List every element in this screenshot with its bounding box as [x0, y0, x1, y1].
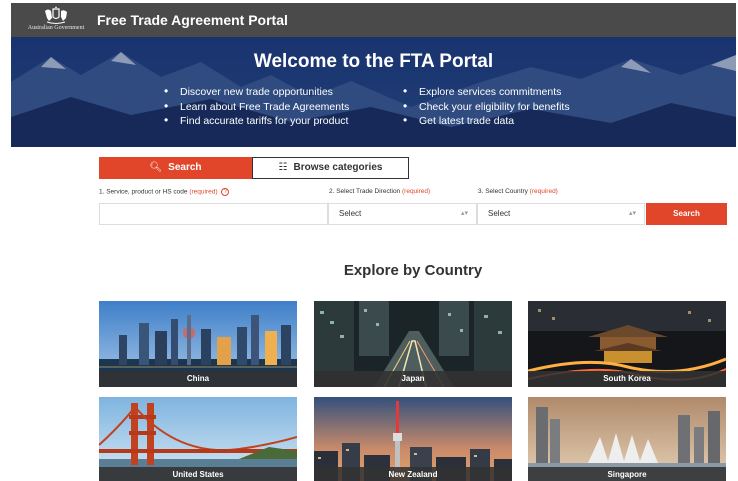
select-arrows-icon: ▴▾: [460, 210, 468, 217]
explore-section-title: Explore by Country: [343, 262, 483, 279]
benefit-item: Discover new trade opportunities: [164, 84, 349, 99]
tab-search[interactable]: 🔍︎ Search: [99, 157, 252, 179]
country-card-singapore[interactable]: Singapore: [528, 397, 726, 481]
country-value: Select: [488, 209, 511, 218]
select-arrows-icon: ▴▾: [628, 210, 636, 217]
help-icon[interactable]: ?: [221, 188, 230, 196]
country-card-label: United States: [99, 467, 297, 481]
country-card-south-korea[interactable]: South Korea: [528, 301, 726, 387]
hero-title: Welcome to the FTA Portal: [253, 51, 494, 72]
header-bar: Australian Government Free Trade Agreeme…: [11, 3, 736, 37]
tab-browse-label: Browse categories: [293, 162, 383, 173]
benefit-item: Explore services commitments: [403, 84, 570, 99]
benefit-item: Find accurate tariffs for your product: [164, 113, 349, 128]
product-field-label: 1. Service, product or HS code (required…: [99, 188, 230, 196]
country-card-label: China: [99, 371, 297, 387]
product-search-input[interactable]: [99, 203, 328, 225]
benefits-list-right: Explore services commitments Check your …: [403, 84, 570, 128]
australian-government-logo[interactable]: Australian Government: [15, 5, 97, 35]
country-card-label: South Korea: [528, 371, 726, 387]
trade-direction-select[interactable]: Select ▴▾: [328, 203, 477, 225]
search-form: 1. Service, product or HS code (required…: [99, 182, 727, 226]
coat-of-arms-icon: [45, 6, 67, 24]
search-button[interactable]: Search: [646, 203, 727, 225]
benefit-item: Learn about Free Trade Agreements: [164, 99, 349, 114]
government-label: Australian Government: [27, 25, 85, 31]
country-card-china[interactable]: China: [99, 301, 297, 387]
country-card-label: Singapore: [528, 467, 726, 481]
category-tree-icon: ☷: [278, 162, 288, 173]
tab-search-label: Search: [168, 162, 202, 173]
required-marker: (required): [402, 188, 431, 195]
required-marker: (required): [189, 188, 218, 196]
country-card-united-states[interactable]: United States: [99, 397, 297, 481]
search-icon: 🔍︎: [149, 162, 163, 173]
country-select[interactable]: Select ▴▾: [477, 203, 645, 225]
tab-browse-categories[interactable]: ☷ Browse categories: [252, 157, 409, 179]
country-card-label: New Zealand: [314, 467, 512, 481]
hero-banner: Welcome to the FTA Portal Discover new t…: [11, 37, 736, 147]
country-card-label: Japan: [314, 371, 512, 387]
portal-title[interactable]: Free Trade Agreement Portal: [97, 12, 288, 28]
direction-field-label: 2. Select Trade Direction (required): [329, 188, 431, 195]
benefit-item: Get latest trade data: [403, 113, 570, 128]
required-marker: (required): [529, 188, 558, 195]
benefits-list-left: Discover new trade opportunities Learn a…: [164, 84, 349, 128]
country-card-new-zealand[interactable]: New Zealand: [314, 397, 512, 481]
trade-direction-value: Select: [339, 209, 362, 218]
benefit-item: Check your eligibility for benefits: [403, 99, 570, 114]
country-card-japan[interactable]: Japan: [314, 301, 512, 387]
country-field-label: 3. Select Country (required): [478, 188, 558, 195]
